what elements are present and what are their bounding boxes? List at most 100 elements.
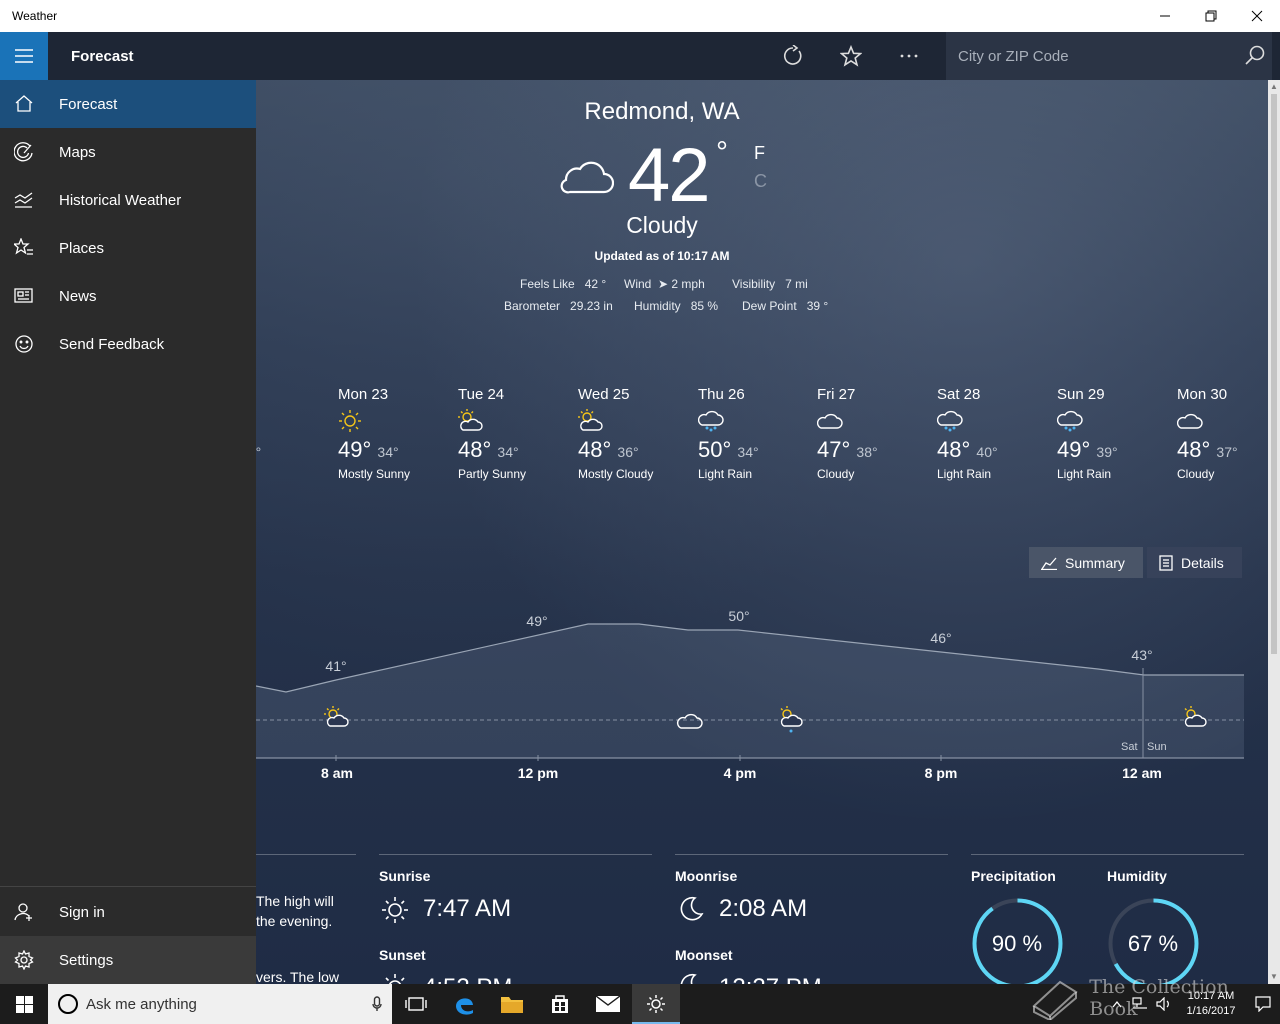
details-list-icon (1159, 554, 1173, 571)
search-button[interactable] (1238, 45, 1272, 67)
forecast-low: 40° (976, 444, 998, 460)
cortana-icon (58, 994, 78, 1014)
task-view-button[interactable] (392, 984, 440, 1024)
visibility: Visibility 7 mi (732, 277, 808, 291)
daily-forecast-item[interactable]: Tue 24 48° 34° Partly Sunny (458, 386, 568, 481)
forecast-low: 39° (1096, 444, 1118, 460)
sidebar-item-maps[interactable]: Maps (0, 128, 256, 176)
light-rain-icon (1056, 409, 1167, 433)
sidebar-divider (0, 886, 256, 887)
start-button[interactable] (0, 984, 48, 1024)
forecast-temps: 48° 36° (578, 437, 688, 463)
sidebar-item-sign-in[interactable]: Sign in (0, 888, 256, 936)
scroll-up-icon[interactable]: ▲ (1268, 80, 1280, 94)
file-explorer-button[interactable] (488, 984, 536, 1024)
search-box[interactable] (946, 32, 1272, 80)
partly-sunny-icon (458, 409, 568, 433)
daily-forecast-item[interactable]: Mon 23 49° 34° Mostly Sunny (338, 386, 448, 481)
wind-label: Wind (624, 277, 652, 291)
barometer-value: 29.23 in (570, 299, 613, 313)
forecast-day-name: Mon 23 (338, 386, 389, 403)
hourly-time-label: 4 pm (723, 765, 757, 781)
current-temperature: 42 (628, 133, 711, 218)
sidebar-item-label: Settings (59, 951, 114, 969)
location-name: Redmond, WA (584, 98, 740, 125)
summary-tab-label: Summary (1065, 554, 1125, 571)
unit-celsius-toggle[interactable]: C (754, 171, 767, 192)
refresh-button[interactable] (764, 32, 822, 80)
navigation-pane: Forecast Maps Historical Weather Places … (0, 80, 256, 984)
forecast-condition: Cloudy (1177, 467, 1215, 481)
daily-forecast-item[interactable]: Fri 27 47° 38° Cloudy (816, 386, 927, 481)
dew-point-label: Dew Point (742, 299, 797, 313)
gear-icon (0, 950, 48, 970)
moonrise-time: 2:08 AM (719, 895, 808, 922)
edge-icon (456, 998, 473, 1015)
book-logo-icon (1032, 980, 1078, 1020)
sidebar-item-label: Send Feedback (59, 335, 165, 353)
store-button[interactable] (536, 984, 584, 1024)
weather-app-button[interactable] (632, 984, 680, 1024)
sidebar-item-historical-weather[interactable]: Historical Weather (0, 176, 256, 224)
sunny-icon (338, 409, 448, 433)
daily-forecast-item[interactable]: 2 34° ain (248, 386, 350, 481)
forecast-low: 37° (1216, 444, 1238, 460)
daily-forecast-item[interactable]: Wed 25 48° 36° Mostly Cloudy (578, 386, 688, 481)
forecast-day-name: 2 (248, 386, 350, 403)
edge-browser-button[interactable] (440, 984, 488, 1024)
humidity: Humidity 85 % (634, 299, 718, 313)
forecast-low: 34° (497, 444, 519, 460)
close-button[interactable] (1234, 0, 1280, 32)
sidebar-item-settings[interactable]: Settings (0, 936, 256, 984)
dew-point-value: 39 ° (806, 299, 829, 313)
title-bar: Weather (0, 0, 1280, 32)
panel-divider (675, 854, 948, 855)
minimize-button[interactable] (1142, 0, 1188, 32)
wind-value: 2 mph (671, 277, 705, 291)
feels-like-label: Feels Like (520, 277, 575, 291)
scrollbar[interactable]: ▲ ▼ (1268, 80, 1280, 984)
star-list-icon (0, 238, 48, 258)
details-tab[interactable]: Details (1147, 547, 1242, 578)
forecast-day-name: Thu 26 (698, 386, 745, 403)
star-icon (840, 45, 862, 67)
degree-sign: ° (716, 136, 728, 169)
forecast-high: 49° (338, 437, 372, 462)
daily-forecast-item[interactable]: Thu 26 50° 34° Light Rain (697, 386, 808, 481)
sidebar-item-label: News (59, 287, 97, 305)
radar-icon (0, 142, 48, 162)
hourly-temp-label: 43° (1131, 647, 1152, 663)
search-input[interactable] (958, 47, 1238, 65)
day-label-sun: Sun (1147, 741, 1167, 753)
cloudy-icon (560, 161, 614, 194)
sidebar-item-label: Places (59, 239, 105, 257)
forecast-condition: ain (248, 467, 350, 481)
daily-forecast-item[interactable]: Sat 28 48° 40° Light Rain (936, 386, 1047, 481)
sidebar-item-places[interactable]: Places (0, 224, 256, 272)
restore-button[interactable] (1188, 0, 1234, 32)
summary-tab[interactable]: Summary (1029, 547, 1143, 578)
mail-button[interactable] (584, 984, 632, 1024)
microphone-button[interactable] (362, 996, 392, 1012)
forecast-temps: 47° 38° (817, 437, 927, 463)
daily-forecast-item[interactable]: Sun 29 49° 39° Light Rain (1056, 386, 1167, 481)
sidebar-item-label: Maps (59, 143, 96, 161)
hamburger-menu-button[interactable] (0, 32, 48, 80)
scrollbar-thumb[interactable] (1271, 94, 1277, 654)
feels-like: Feels Like 42 ° (520, 277, 606, 291)
forecast-condition: Mostly Cloudy (578, 467, 654, 481)
sidebar-item-send-feedback[interactable]: Send Feedback (0, 320, 256, 368)
store-icon (552, 995, 568, 1013)
unit-fahrenheit-toggle[interactable]: F (754, 143, 765, 164)
task-view-icon (405, 997, 427, 1011)
more-options-button[interactable] (880, 32, 938, 80)
mail-icon (596, 996, 620, 1012)
sidebar-item-news[interactable]: News (0, 272, 256, 320)
daily-forecast-item[interactable]: Mon 30 48° 37° Cloudy (1176, 386, 1280, 481)
favorite-button[interactable] (822, 32, 880, 80)
cortana-search-box[interactable]: Ask me anything (48, 984, 392, 1024)
hourly-time-label: 8 pm (924, 765, 958, 781)
sidebar-item-forecast[interactable]: Forecast (0, 80, 256, 128)
details-tab-label: Details (1181, 554, 1224, 571)
chart-line-icon (1041, 557, 1057, 570)
